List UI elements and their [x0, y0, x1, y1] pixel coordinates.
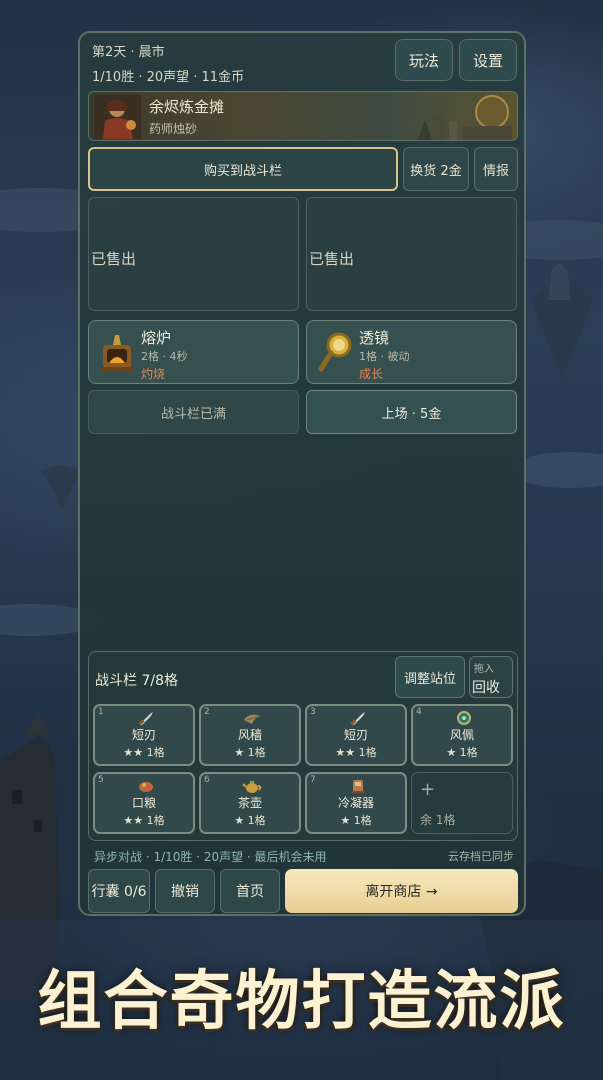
bag-button[interactable]: 行囊 0/6	[88, 869, 150, 913]
slot-index: 4	[416, 707, 422, 717]
battle-slot[interactable]: 2 风穑 ★ 1格	[199, 704, 301, 766]
slot-index: 6	[204, 775, 210, 785]
shop-item-name: 熔炉	[141, 329, 172, 347]
sold-out-label: 已售出	[309, 250, 355, 268]
dagger-icon	[138, 712, 153, 726]
player-stats-label: 1/10胜 · 20声望 · 11金币	[92, 70, 245, 85]
amulet-icon	[457, 711, 471, 725]
condenser-icon	[351, 780, 365, 793]
shop-item-tag: 成长	[359, 367, 384, 381]
slot-item-meta: ★★ 1格	[123, 814, 165, 827]
rules-button[interactable]: 玩法	[395, 39, 453, 81]
battle-bar: 战斗栏 7/8格 调整站位 拖入 回收 1 短刃 ★★ 1格 2 风穑 ★ 1格…	[88, 651, 518, 841]
slot-item-meta: ★ 1格	[234, 814, 266, 827]
recycle-drop-zone[interactable]: 拖入 回收	[469, 656, 513, 698]
shop-item-tag: 灼烧	[141, 367, 166, 381]
leave-shop-button[interactable]: 离开商店 →	[285, 869, 518, 913]
slot-item-name: 冷凝器	[337, 796, 374, 810]
merchant-subtitle: 药师烛砂	[149, 122, 198, 136]
sold-out-slot: 已售出	[88, 197, 299, 311]
slot-item-meta: ★ 1格	[446, 746, 478, 759]
slot-item-meta: ★ 1格	[234, 746, 266, 759]
slot-index: 1	[98, 707, 104, 717]
dagger-icon	[350, 712, 365, 726]
reroll-button[interactable]: 换货 2金	[403, 147, 469, 191]
undo-button[interactable]: 撤销	[155, 869, 215, 913]
intel-button[interactable]: 情报	[474, 147, 518, 191]
promo-banner-text: 组合奇物打造流派	[37, 964, 566, 1039]
settings-button[interactable]: 设置	[459, 39, 517, 81]
battle-slot[interactable]: 5 口粮 ★★ 1格	[93, 772, 195, 834]
battle-slot[interactable]: 1 短刃 ★★ 1格	[93, 704, 195, 766]
sold-out-slot: 已售出	[306, 197, 517, 311]
slot-item-name: 风佩	[449, 728, 474, 742]
slot-item-name: 短刃	[343, 728, 368, 742]
slot-index: 2	[204, 707, 210, 717]
slot-item-meta: ★★ 1格	[123, 746, 165, 759]
battle-slot[interactable]: 3 短刃 ★★ 1格	[305, 704, 407, 766]
slot-item-name: 口粮	[131, 796, 156, 810]
slot-index: 5	[98, 775, 104, 785]
shop-item-meta: 1格 · 被动	[359, 350, 410, 363]
battle-slot[interactable]: 4 风佩 ★ 1格	[411, 704, 513, 766]
adjust-position-button[interactable]: 调整站位	[395, 656, 465, 698]
buy-to-battle-bar-button[interactable]: 购买到战斗栏	[88, 147, 398, 191]
alchemy-stall-illustration	[417, 95, 512, 140]
merchant-banner: 余烬炼金摊 药师烛砂	[88, 91, 518, 141]
slot-item-meta: ★★ 1格	[335, 746, 377, 759]
match-status-line: 异步对战 · 1/10胜 · 20声望 · 最后机会未用	[94, 850, 327, 864]
shop-item-card[interactable]: 熔炉 2格 · 4秒 灼烧	[88, 320, 299, 384]
day-phase-label: 第2天 · 晨市	[92, 45, 165, 60]
drag-in-hint: 拖入	[474, 664, 494, 675]
ration-icon	[139, 782, 153, 792]
battle-slot[interactable]: 6 茶壶 ★ 1格	[199, 772, 301, 834]
shop-item-card[interactable]: 透镜 1格 · 被动 成长	[306, 320, 517, 384]
cloud-sync-status: 云存档已同步	[448, 850, 514, 863]
plus-icon: +	[420, 779, 436, 800]
battle-bar-title: 战斗栏 7/8格	[95, 673, 178, 689]
shop-item-name: 透镜	[359, 329, 390, 347]
sold-out-label: 已售出	[91, 250, 137, 268]
wind-icon	[244, 714, 260, 724]
remaining-slots-label: 余 1格	[420, 813, 456, 827]
merchant-portrait-icon	[95, 95, 141, 139]
teapot-icon	[242, 781, 262, 793]
deploy-item-button[interactable]: 上场 · 5金	[306, 390, 517, 434]
slot-index: 7	[310, 775, 316, 785]
battle-slot[interactable]: 7 冷凝器 ★ 1格	[305, 772, 407, 834]
furnace-icon	[101, 335, 133, 372]
empty-battle-slot[interactable]: + 余 1格	[411, 772, 513, 834]
slot-item-meta: ★ 1格	[340, 814, 372, 827]
slot-item-name: 短刃	[131, 728, 156, 742]
shop-item-meta: 2格 · 4秒	[141, 350, 188, 363]
merchant-name: 余烬炼金摊	[149, 98, 225, 116]
slot-index: 3	[310, 707, 316, 717]
slot-item-name: 茶壶	[237, 796, 262, 810]
slot-item-name: 风穑	[237, 728, 262, 742]
shop-panel: 第2天 · 晨市 1/10胜 · 20声望 · 11金币 玩法 设置 余烬炼金摊…	[78, 31, 526, 916]
magnifier-icon	[318, 332, 352, 372]
home-button[interactable]: 首页	[220, 869, 280, 913]
battle-bar-full-button[interactable]: 战斗栏已满	[88, 390, 299, 434]
recycle-label: 回收	[472, 680, 500, 696]
